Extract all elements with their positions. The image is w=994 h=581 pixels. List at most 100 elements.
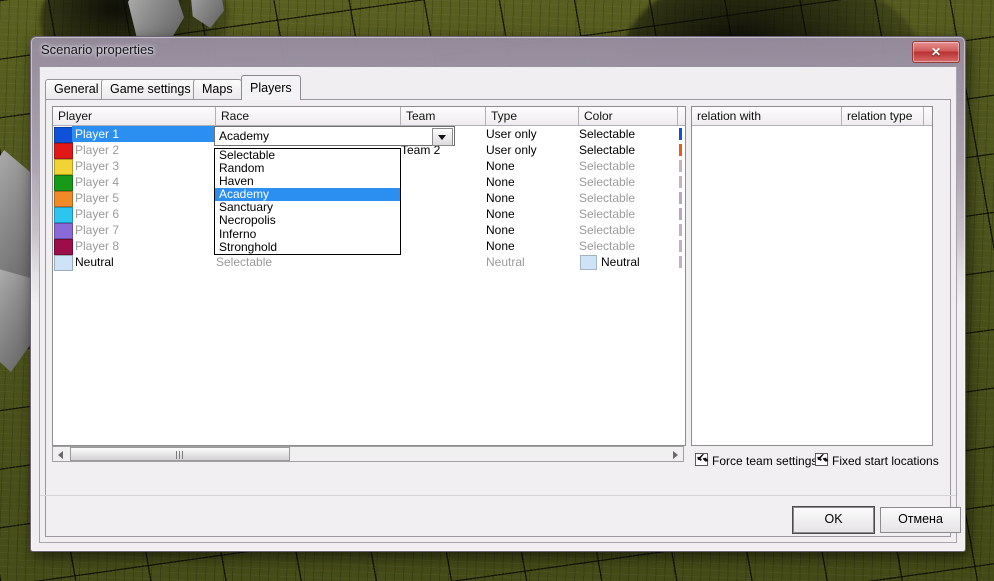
cell-overflow-swatch xyxy=(679,160,682,172)
table-row[interactable]: Neutral Selectable Neutral Neutral xyxy=(53,254,685,271)
fixed-start-locations-option[interactable]: Fixed start locations xyxy=(815,452,939,468)
cancel-button[interactable]: Отмена xyxy=(880,507,961,533)
column-header-race[interactable]: Race xyxy=(216,107,401,125)
relations-grid[interactable]: relation with relation type xyxy=(691,106,933,446)
cell-color[interactable]: Selectable xyxy=(579,158,635,174)
scrollbar-thumb[interactable] xyxy=(70,447,290,461)
column-header-overflow[interactable] xyxy=(678,107,685,125)
cell-overflow-swatch xyxy=(679,224,682,236)
race-dropdown-list[interactable]: Selectable Random Haven Academy Sanctuar… xyxy=(214,148,401,255)
neutral-color-swatch xyxy=(580,255,597,270)
cell-color[interactable]: Selectable xyxy=(579,142,635,158)
cell-player: Player 7 xyxy=(75,223,120,237)
column-header-label: Type xyxy=(491,109,518,123)
scroll-left-arrow-icon[interactable] xyxy=(53,447,67,461)
cell-type[interactable]: None xyxy=(486,190,515,206)
cell-overflow-swatch xyxy=(679,176,682,188)
close-icon[interactable]: ✕ xyxy=(912,41,960,63)
cell-type[interactable]: None xyxy=(486,222,515,238)
button-separator xyxy=(40,495,956,496)
tab-general[interactable]: General xyxy=(45,79,108,99)
force-team-settings-option[interactable]: Force team settings xyxy=(695,452,818,468)
column-header-label: Color xyxy=(584,109,613,123)
player-color-swatch xyxy=(54,159,73,175)
race-option-necropolis[interactable]: Necropolis xyxy=(215,214,400,227)
cell-type[interactable]: None xyxy=(486,158,515,174)
force-team-settings-label: Force team settings xyxy=(712,454,818,468)
cell-type[interactable]: None xyxy=(486,238,515,254)
tab-maps[interactable]: Maps xyxy=(193,79,242,99)
cell-color[interactable]: Selectable xyxy=(579,126,635,142)
fixed-start-locations-label: Fixed start locations xyxy=(832,454,939,468)
column-header-relation-type[interactable]: relation type xyxy=(842,107,924,125)
scrollbar-grip-icon xyxy=(176,451,184,459)
cell-player: Player 6 xyxy=(75,207,120,221)
cell-color[interactable]: Selectable xyxy=(579,238,635,254)
cell-overflow-swatch xyxy=(679,128,682,140)
column-header-type[interactable]: Type xyxy=(486,107,579,125)
cell-player: Player 1 xyxy=(75,127,120,141)
tab-game-settings[interactable]: Game settings xyxy=(101,79,200,99)
cell-type[interactable]: None xyxy=(486,206,515,222)
column-header-label: Player xyxy=(58,109,93,123)
cell-type[interactable]: User only xyxy=(486,126,537,142)
players-tab-page: Player Race Team Type Color Player 1 Use… xyxy=(45,99,951,537)
window-title: Scenario properties xyxy=(41,42,154,57)
cell-color[interactable]: Selectable xyxy=(579,174,635,190)
players-grid[interactable]: Player Race Team Type Color Player 1 Use… xyxy=(52,106,686,446)
race-combobox[interactable]: Academy xyxy=(214,126,455,146)
cell-overflow-swatch xyxy=(679,144,682,156)
player-color-swatch xyxy=(54,127,73,143)
column-header-relation-overflow[interactable] xyxy=(924,107,932,125)
dialog-client-area: General Game settings Maps Players Playe… xyxy=(39,67,961,543)
column-header-color[interactable]: Color xyxy=(579,107,678,125)
cell-color[interactable]: Neutral xyxy=(601,254,640,270)
column-header-label: relation with xyxy=(697,109,762,123)
cell-type[interactable]: Neutral xyxy=(486,254,525,270)
players-grid-header: Player Race Team Type Color xyxy=(53,107,685,126)
cell-overflow-swatch xyxy=(679,256,682,268)
grid-horizontal-scrollbar[interactable] xyxy=(52,446,684,462)
column-header-player[interactable]: Player xyxy=(53,107,216,125)
player-color-swatch xyxy=(54,255,73,271)
tab-label: Maps xyxy=(202,82,233,96)
row-selection-highlight: Player 1 xyxy=(72,126,214,142)
race-combobox-value: Academy xyxy=(219,129,270,143)
tab-label: General xyxy=(54,82,99,96)
options-row: Force team settings Fixed start location… xyxy=(691,450,939,474)
tab-label: Game settings xyxy=(110,82,191,96)
player-color-swatch xyxy=(54,207,73,223)
scroll-right-arrow-icon[interactable] xyxy=(669,447,683,461)
tab-players[interactable]: Players xyxy=(241,75,301,100)
cell-player: Player 4 xyxy=(75,175,120,189)
column-header-team[interactable]: Team xyxy=(401,107,486,125)
column-header-relation-with[interactable]: relation with xyxy=(692,107,842,125)
column-header-label: Team xyxy=(406,109,436,123)
force-team-settings-checkbox[interactable] xyxy=(695,452,708,466)
cell-player: Player 2 xyxy=(75,143,120,157)
ok-button[interactable]: OK xyxy=(793,507,874,533)
cell-type[interactable]: None xyxy=(486,174,515,190)
race-option-inferno[interactable]: Inferno xyxy=(215,227,400,241)
cell-type[interactable]: User only xyxy=(486,142,537,158)
player-color-swatch xyxy=(54,239,73,255)
fixed-start-locations-checkbox[interactable] xyxy=(815,452,828,466)
cell-color[interactable]: Selectable xyxy=(579,206,635,222)
cell-color[interactable]: Selectable xyxy=(579,222,635,238)
cell-player: Player 8 xyxy=(75,239,120,253)
cell-overflow-swatch xyxy=(679,240,682,252)
cell-player: Neutral xyxy=(75,255,114,269)
title-bar[interactable]: Scenario properties ✕ xyxy=(31,37,965,67)
cell-player: Player 3 xyxy=(75,159,120,173)
scenario-properties-dialog: Scenario properties ✕ General Game setti… xyxy=(30,36,966,552)
player-color-swatch xyxy=(54,223,73,239)
tab-label: Players xyxy=(250,81,292,95)
column-header-label: Race xyxy=(221,109,250,123)
column-header-label: relation type xyxy=(847,109,913,123)
chevron-down-icon[interactable] xyxy=(432,128,453,146)
cell-color[interactable]: Selectable xyxy=(579,190,635,206)
cell-overflow-swatch xyxy=(679,192,682,204)
cell-race[interactable]: Selectable xyxy=(216,254,272,270)
race-option-stronghold[interactable]: Stronghold xyxy=(215,240,400,254)
player-color-swatch xyxy=(54,175,73,191)
